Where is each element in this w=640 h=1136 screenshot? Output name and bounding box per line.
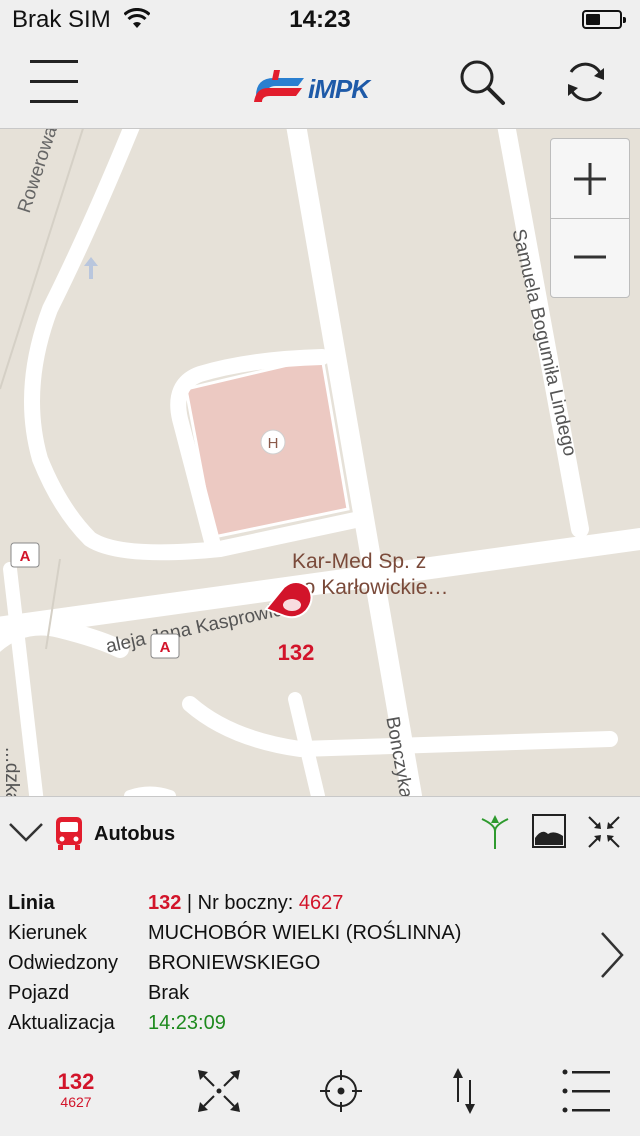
one-way-arrow-icon: [84, 257, 98, 279]
vehicle-number-label: 132: [277, 640, 315, 665]
tab-side-number: 4627: [60, 1094, 92, 1110]
line-number: 132: [148, 892, 182, 914]
zoom-in-button[interactable]: [551, 139, 629, 218]
direction-label: Kierunek: [8, 922, 87, 944]
tab-line-number: 132: [57, 1069, 95, 1094]
zoom-out-button[interactable]: [551, 219, 629, 298]
refresh-icon[interactable]: [562, 58, 610, 106]
collapse-icon[interactable]: [586, 814, 622, 850]
poi-label[interactable]: Kar-Med Sp. z oo Karłowickie…: [292, 549, 448, 601]
nav-bar: iMPK: [0, 40, 640, 129]
search-icon[interactable]: [458, 58, 506, 106]
visited-label: Odwiedzony: [8, 952, 119, 974]
map-canvas: [0, 129, 640, 796]
line-value-group: 132 | Nr boczny: 4627: [148, 888, 343, 918]
zoom-controls: [550, 138, 630, 298]
side-number-label: | Nr boczny:: [181, 892, 299, 914]
side-number: 4627: [298, 892, 344, 914]
logo-text: iMPK: [308, 74, 370, 104]
bus-stop-marker-icon[interactable]: A: [150, 633, 180, 659]
clock: 14:23: [289, 6, 351, 33]
chevron-right-icon[interactable]: [598, 930, 626, 980]
app-logo: iMPK: [252, 64, 392, 108]
chevron-down-icon[interactable]: [8, 821, 44, 843]
poi-marker-letter: H: [268, 435, 279, 452]
battery-icon: [582, 10, 626, 29]
vehicle-info-panel[interactable]: Linia 132 | Nr boczny: 4627 Kierunek MUC…: [0, 868, 640, 1049]
locate-icon[interactable]: [318, 1068, 364, 1114]
visited-value: BRONIEWSKIEGO: [148, 952, 321, 974]
bottom-toolbar: 132 4627: [0, 1048, 640, 1136]
terrain-icon[interactable]: [532, 814, 566, 848]
vehicle-value: Brak: [148, 982, 190, 1004]
line-label: Linia: [8, 892, 55, 914]
poi-name-line2: oo Karłowickie…: [292, 576, 449, 599]
list-icon[interactable]: [562, 1068, 610, 1114]
vehicle-label: Pojazd: [8, 982, 70, 1004]
logo-mark-icon: [254, 70, 304, 102]
status-bar: Brak SIM 14:23: [0, 0, 640, 40]
bus-icon: [56, 817, 82, 850]
poi-name-line1: Kar-Med Sp. z: [292, 550, 427, 573]
bus-stop-marker-icon[interactable]: A: [10, 542, 40, 568]
vehicle-type-title: Autobus: [94, 823, 176, 845]
update-label: Aktualizacja: [8, 1012, 115, 1034]
vehicle-marker-icon[interactable]: [262, 579, 314, 627]
map-view[interactable]: Rowerowa Samuela Bogumiła Lindego aleja …: [0, 129, 640, 796]
direction-value: MUCHOBÓR WIELKI (ROŚLINNA): [148, 922, 462, 944]
stop-marker-letter: A: [20, 548, 31, 565]
update-value: 14:23:09: [148, 1012, 226, 1034]
expand-icon[interactable]: [196, 1068, 242, 1114]
sort-icon[interactable]: [450, 1066, 478, 1116]
hamburger-icon[interactable]: [30, 58, 78, 106]
hospital-marker-icon[interactable]: H: [260, 429, 286, 455]
line-tab-button[interactable]: 132 4627: [44, 1069, 108, 1111]
route-fork-icon[interactable]: [476, 813, 514, 851]
vehicle-panel-header[interactable]: Autobus: [0, 796, 640, 869]
street-label-partial: ...dzka: [1, 747, 22, 796]
stop-marker-letter: A: [160, 639, 171, 656]
